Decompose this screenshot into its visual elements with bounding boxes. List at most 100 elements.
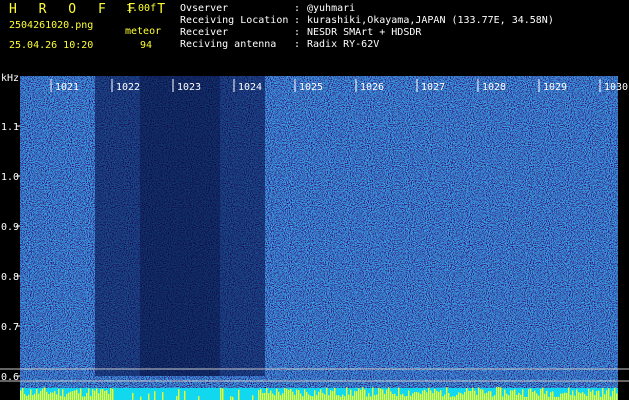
baseline-peak <box>370 396 372 400</box>
baseline-peak <box>388 387 390 400</box>
baseline-peak <box>64 396 66 400</box>
baseline-peak <box>52 392 54 400</box>
baseline-peak <box>612 390 614 400</box>
baseline-peak <box>540 389 542 400</box>
baseline-peak <box>384 393 386 400</box>
baseline-peak <box>426 392 428 400</box>
baseline-peak <box>292 391 294 400</box>
baseline-peak <box>420 394 422 400</box>
frequency-label-1030: 1030 <box>604 82 628 93</box>
baseline-peak <box>616 393 618 400</box>
baseline-peak <box>364 389 366 400</box>
baseline-peak <box>516 394 518 400</box>
baseline-peak <box>100 389 102 400</box>
baseline-peak <box>230 396 232 400</box>
baseline-peak <box>78 393 80 400</box>
baseline-peak <box>300 393 302 400</box>
baseline-peak <box>48 394 50 400</box>
baseline-peak <box>184 390 186 400</box>
baseline-peak <box>312 396 314 400</box>
spectrogram-plot: 1021 1022 1023 1024 1025 1026 1027 1028 1029 1030… <box>0 76 629 400</box>
frequency-label-1022: 1022 <box>116 82 140 93</box>
baseline-peak <box>288 389 290 400</box>
baseline-peak <box>456 394 458 400</box>
baseline-peak <box>614 387 616 400</box>
baseline-peak <box>466 388 468 400</box>
detection-count: 94 <box>140 40 153 51</box>
baseline-peak <box>514 389 516 400</box>
baseline-peak <box>594 395 596 400</box>
baseline-peak <box>380 388 382 400</box>
baseline-peak <box>94 390 96 400</box>
baseline-peak <box>500 387 502 400</box>
baseline-peak <box>372 387 374 400</box>
baseline-peak <box>34 393 36 400</box>
baseline-peak <box>354 391 356 400</box>
baseline-peak <box>552 391 554 400</box>
baseline-peak <box>398 387 400 400</box>
vertical-label-0.9: 0.9 <box>1 222 19 233</box>
baseline-peak <box>104 390 106 400</box>
antenna-colon: : <box>294 39 301 50</box>
baseline-peak <box>598 390 600 400</box>
baseline-peak <box>306 392 308 400</box>
baseline-peak <box>44 387 46 400</box>
baseline-peak <box>566 392 568 400</box>
baseline-peak <box>502 396 504 400</box>
baseline-peak <box>296 389 298 400</box>
baseline-peak <box>512 390 514 400</box>
baseline-peak <box>570 395 572 400</box>
baseline-peak <box>148 393 150 400</box>
capture-datetime: 25.04.26 10:20 <box>9 40 94 51</box>
baseline-peak <box>60 395 62 400</box>
vertical-label-1.1: 1.1 <box>1 122 19 133</box>
baseline-peak <box>446 387 448 400</box>
baseline-peak <box>412 393 414 400</box>
baseline-peak <box>376 394 378 400</box>
baseline-peak <box>258 390 260 400</box>
baseline-peak <box>82 396 84 400</box>
baseline-peak <box>406 395 408 400</box>
baseline-peak <box>86 392 88 400</box>
receiver-label: Receiver <box>180 27 229 38</box>
baseline-peak <box>452 396 454 400</box>
vertical-label-1.0: 1.0 <box>1 172 19 183</box>
frequency-label-1029: 1029 <box>543 82 567 93</box>
baseline-peak <box>560 393 562 400</box>
baseline-peak <box>574 395 576 400</box>
baseline-peak <box>538 395 540 400</box>
baseline-peak <box>322 392 324 400</box>
baseline-peak <box>154 391 156 400</box>
baseline-peak <box>38 393 40 400</box>
location-colon: : <box>294 15 301 26</box>
baseline-peak <box>550 392 552 400</box>
baseline-peak <box>50 392 52 400</box>
baseline-peak <box>528 389 530 400</box>
baseline-peak <box>498 387 500 400</box>
baseline-peak <box>532 391 534 400</box>
observer-value: @yuhmari <box>307 3 356 14</box>
baseline-peak <box>382 389 384 400</box>
baseline-peak <box>530 388 532 400</box>
baseline-peak <box>562 393 564 400</box>
frequency-label-1021: 1021 <box>55 82 79 93</box>
app-version: 1.00f <box>126 3 157 14</box>
baseline-peak <box>424 389 426 400</box>
baseline-peak <box>162 392 164 400</box>
baseline-peak <box>66 393 68 400</box>
baseline-peak <box>458 392 460 400</box>
baseline-peak <box>610 396 612 400</box>
baseline-peak <box>30 389 32 400</box>
baseline-peak <box>518 392 520 400</box>
baseline-peak <box>84 396 86 400</box>
baseline-peak <box>310 395 312 400</box>
baseline-peak <box>464 392 466 400</box>
baseline-peak <box>286 388 288 400</box>
baseline-peak <box>252 395 254 400</box>
baseline-peak <box>72 391 74 400</box>
baseline-peak <box>40 390 42 400</box>
baseline-peak <box>578 392 580 400</box>
baseline-peak <box>284 388 286 400</box>
frequency-label-1026: 1026 <box>360 82 384 93</box>
antenna-label: Reciving antenna <box>180 39 277 50</box>
